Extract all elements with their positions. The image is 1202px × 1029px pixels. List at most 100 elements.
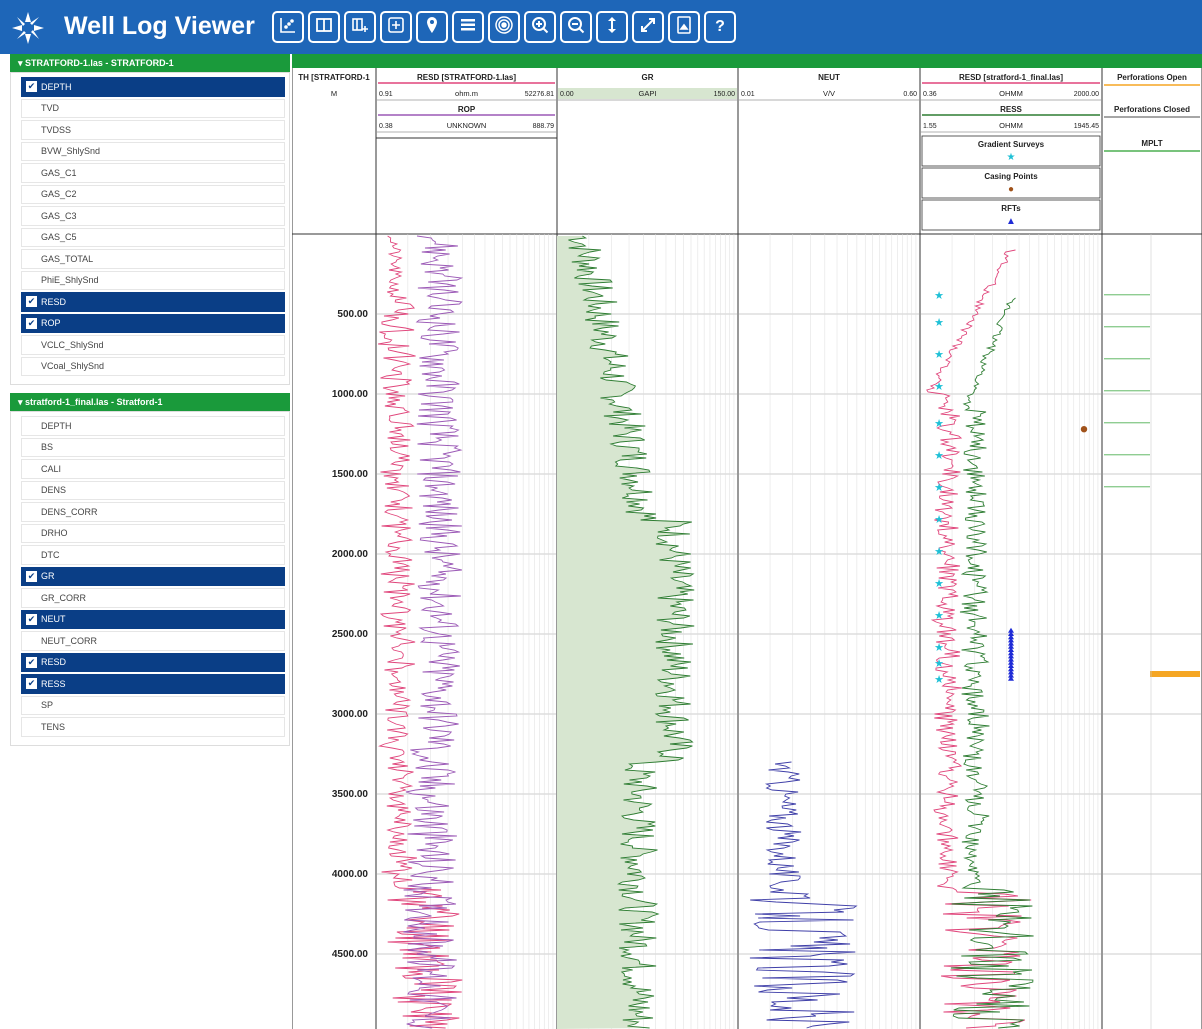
curve-item[interactable]: GAS_TOTAL xyxy=(21,249,285,269)
curve-label: DRHO xyxy=(41,528,68,539)
checkbox[interactable]: ✔ xyxy=(26,81,37,93)
checkbox[interactable]: ✔ xyxy=(26,656,37,668)
scale-max: 52276.81 xyxy=(525,91,554,98)
curve-label: BVW_ShlySnd xyxy=(41,146,101,157)
scale-unit: V/V xyxy=(823,89,835,98)
checkbox[interactable]: ✔ xyxy=(26,317,37,329)
curve-item[interactable]: DENS xyxy=(21,480,285,500)
curve-item[interactable]: ✔ RESS xyxy=(21,674,285,694)
curve-item[interactable]: ✔ GR xyxy=(21,566,285,586)
zoom-out-button[interactable] xyxy=(560,11,592,43)
curve-label: RESD xyxy=(41,296,67,307)
curve-item[interactable]: ✔ RESD xyxy=(21,292,285,312)
checkbox[interactable]: ✔ xyxy=(26,613,37,625)
curve-label: PhiE_ShlySnd xyxy=(41,275,99,286)
curve-item[interactable]: TVD xyxy=(21,98,285,118)
curve-item[interactable]: ✔ NEUT xyxy=(21,609,285,629)
gradient-survey-marker: ★ xyxy=(934,610,944,622)
curve-item[interactable]: TVDSS xyxy=(21,120,285,140)
vertical-resize-button[interactable] xyxy=(596,11,628,43)
scale-unit: UNKNOWN xyxy=(447,121,487,130)
resd-final-curve xyxy=(926,249,1032,1029)
curve-label: NEUT xyxy=(41,614,66,625)
depth-tick-label: 1000.00 xyxy=(332,389,369,400)
app-header: Well Log Viewer ? xyxy=(0,0,1202,54)
scale-min: 0.01 xyxy=(741,91,755,98)
neut-track-title: NEUT xyxy=(818,73,840,82)
app-title: Well Log Viewer xyxy=(64,12,255,40)
curve-item[interactable]: DTC xyxy=(21,545,285,565)
curve-item[interactable]: CALI xyxy=(21,459,285,479)
gradient-survey-marker: ★ xyxy=(934,450,944,462)
curve-label: ROP xyxy=(41,318,61,329)
curve-label: GAS_C1 xyxy=(41,167,77,178)
checkbox[interactable]: ✔ xyxy=(26,296,37,308)
log-plot[interactable]: TH [STRATFORD-1 M RESD [STRATFORD-1.las] 0.… xyxy=(292,54,1202,1029)
zoom-in-button[interactable] xyxy=(524,11,556,43)
curve-label: DEPTH xyxy=(41,81,72,92)
checkbox[interactable]: ✔ xyxy=(26,678,37,690)
curve-item[interactable]: BS xyxy=(21,437,285,457)
rop-title: ROP xyxy=(458,105,476,114)
location-pin-button[interactable] xyxy=(416,11,448,43)
columns-icon xyxy=(314,15,334,40)
file-group-header[interactable]: ▾ stratford-1_final.las - Stratford-1 xyxy=(10,393,290,411)
export-image-button[interactable] xyxy=(668,11,700,43)
curve-item[interactable]: GAS_C1 xyxy=(21,163,285,183)
crossplot-button[interactable] xyxy=(272,11,304,43)
target-button[interactable] xyxy=(488,11,520,43)
curve-item[interactable]: GAS_C3 xyxy=(21,206,285,226)
scale-unit: OHMM xyxy=(999,121,1023,130)
scale-min: 1.55 xyxy=(923,123,937,130)
gradient-survey-marker: ★ xyxy=(934,290,944,302)
app-logo-icon xyxy=(12,12,44,44)
add-panel-icon xyxy=(386,15,406,40)
help-icon: ? xyxy=(715,18,725,35)
crossplot-icon xyxy=(278,15,298,40)
location-pin-icon xyxy=(422,15,442,40)
log-plot-canvas[interactable]: TH [STRATFORD-1 M RESD [STRATFORD-1.las] 0.… xyxy=(292,54,1202,1029)
completion-title: Perforations Open xyxy=(1117,73,1187,82)
toolbar: ? xyxy=(272,11,736,43)
curve-item[interactable]: TENS xyxy=(21,717,285,737)
checkbox[interactable]: ✔ xyxy=(26,570,37,582)
curve-item[interactable]: DENS_CORR xyxy=(21,502,285,522)
casing-point-marker xyxy=(1080,426,1088,433)
curve-item[interactable]: DRHO xyxy=(21,523,285,543)
scale-min: 0.38 xyxy=(379,123,393,130)
vertical-resize-icon xyxy=(602,15,622,40)
add-panel-button[interactable] xyxy=(380,11,412,43)
curve-item[interactable]: NEUT_CORR xyxy=(21,631,285,651)
curve-label: SP xyxy=(41,700,54,711)
curve-label: GAS_C2 xyxy=(41,189,77,200)
neut-curve xyxy=(749,761,858,1029)
depth-tick-label: 2000.00 xyxy=(332,549,369,560)
gradient-survey-marker: ★ xyxy=(934,482,944,494)
curve-item[interactable]: GR_CORR xyxy=(21,588,285,608)
layers-list-button[interactable] xyxy=(452,11,484,43)
marker-legend-title: RFTs xyxy=(1001,204,1021,213)
add-track-button[interactable] xyxy=(344,11,376,43)
columns-button[interactable] xyxy=(308,11,340,43)
gr-track-title: GR xyxy=(642,73,654,82)
curve-item[interactable]: PhiE_ShlySnd xyxy=(21,270,285,290)
curve-item[interactable]: ✔ ROP xyxy=(21,313,285,333)
curve-item[interactable]: BVW_ShlySnd xyxy=(21,141,285,161)
curve-item[interactable]: VCLC_ShlySnd xyxy=(21,335,285,355)
gradient-survey-marker: ★ xyxy=(934,546,944,558)
curve-label: GAS_C3 xyxy=(41,210,77,221)
gradient-survey-marker: ★ xyxy=(934,658,944,670)
curve-label: DENS_CORR xyxy=(41,506,98,517)
curve-item[interactable]: GAS_C2 xyxy=(21,184,285,204)
file-group-header[interactable]: ▾ STRATFORD-1.las - STRATFORD-1 xyxy=(10,54,290,72)
export-image-icon xyxy=(674,15,694,40)
curve-item[interactable]: ✔ DEPTH xyxy=(21,77,285,97)
curve-item[interactable]: ✔ RESD xyxy=(21,652,285,672)
depth-tick-label: 4500.00 xyxy=(332,949,369,960)
help-button[interactable]: ? xyxy=(704,11,736,43)
curve-item[interactable]: DEPTH xyxy=(21,416,285,436)
curve-item[interactable]: VCoal_ShlySnd xyxy=(21,356,285,376)
expand-button[interactable] xyxy=(632,11,664,43)
curve-item[interactable]: GAS_C5 xyxy=(21,227,285,247)
curve-item[interactable]: SP xyxy=(21,695,285,715)
